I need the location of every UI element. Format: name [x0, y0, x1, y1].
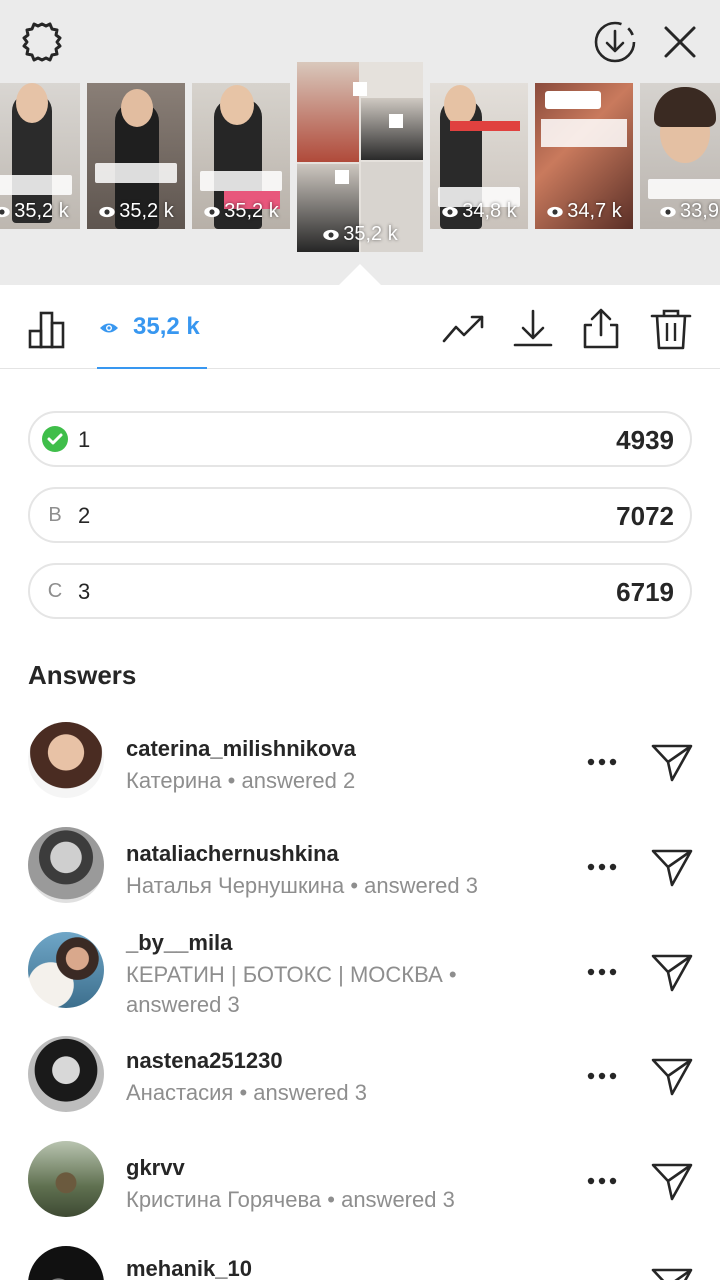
answer-username[interactable]: gkrvv [126, 1155, 185, 1181]
selection-caret [338, 264, 382, 286]
avatar[interactable] [28, 722, 104, 798]
answer-row[interactable]: mehanik_10 [0, 1236, 720, 1280]
story-views: 34,7 k [567, 200, 622, 222]
answer-row[interactable]: _by__mila КЕРАТИН | БОТОКС | МОСКВА • an… [0, 922, 720, 1022]
story-thumbnail[interactable]: 35,2 k [192, 83, 290, 229]
poll-option: C 3 6719 [28, 563, 692, 619]
avatar[interactable] [28, 827, 104, 903]
story-views: 33,9 [680, 200, 719, 222]
story-views: 35,2 k [224, 200, 279, 222]
poll-option-badge: B [48, 504, 62, 526]
viewers-tab[interactable]: 35,2 k [97, 285, 207, 369]
answer-row[interactable]: nastena251230 Анастасия • answered 3 [0, 1026, 720, 1126]
trash-icon[interactable] [649, 307, 693, 351]
story-views: 34,8 k [462, 200, 517, 222]
check-icon [42, 426, 68, 452]
story-thumbnail[interactable]: 35,2 k [0, 83, 80, 229]
answer-username[interactable]: _by__mila [126, 930, 232, 956]
close-icon[interactable] [658, 20, 702, 64]
more-icon[interactable] [586, 757, 618, 767]
poll-option-count: 4939 [616, 425, 674, 455]
story-thumbnails: 35,2 k 35,2 k 35,2 k 35,2 k 34,8 k 34,7 … [0, 62, 720, 252]
share-icon[interactable] [579, 307, 623, 351]
avatar[interactable] [28, 1036, 104, 1112]
answer-subtitle: КЕРАТИН | БОТОКС | МОСКВА • answered 3 [126, 962, 457, 1017]
send-icon[interactable] [650, 740, 694, 784]
answer-subtitle: Кристина Горячева • answered 3 [126, 1187, 455, 1212]
story-thumbnail-selected[interactable]: 35,2 k [297, 62, 423, 252]
story-thumbnail[interactable]: 34,8 k [430, 83, 528, 229]
answers-heading: Answers [28, 660, 137, 690]
story-views: 35,2 k [119, 200, 174, 222]
answer-subtitle: Катерина • answered 2 [126, 768, 356, 793]
send-icon[interactable] [650, 950, 694, 994]
send-icon[interactable] [650, 1054, 694, 1098]
answer-username[interactable]: nataliachernushkina [126, 841, 339, 867]
bar-chart-icon[interactable] [26, 307, 70, 351]
send-icon[interactable] [650, 1159, 694, 1203]
poll-option-label: 3 [78, 579, 91, 604]
answer-row[interactable]: gkrvv Кристина Горячева • answered 3 [0, 1131, 720, 1231]
more-icon[interactable] [586, 862, 618, 872]
answer-row[interactable]: nataliachernushkina Наталья Чернушкина •… [0, 817, 720, 917]
more-icon[interactable] [586, 1176, 618, 1186]
avatar[interactable] [28, 1246, 104, 1280]
poll-option: B 2 7072 [28, 487, 692, 543]
story-strip: 35,2 k 35,2 k 35,2 k 35,2 k 34,8 k 34,7 … [0, 0, 720, 286]
poll-option-count: 7072 [616, 501, 674, 531]
more-icon[interactable] [586, 1071, 618, 1081]
poll-option-count: 6719 [616, 577, 674, 607]
answer-username[interactable]: nastena251230 [126, 1048, 283, 1074]
poll-option: 1 4939 [28, 411, 692, 467]
poll-option-badge: C [47, 580, 63, 602]
gear-icon[interactable] [20, 20, 64, 64]
answer-username[interactable]: caterina_milishnikova [126, 736, 356, 762]
download-circle-icon[interactable] [593, 20, 637, 64]
answer-subtitle: Анастасия • answered 3 [126, 1080, 367, 1105]
avatar[interactable] [28, 1141, 104, 1217]
send-icon[interactable] [650, 1264, 694, 1280]
story-thumbnail[interactable]: 34,7 k [535, 83, 633, 229]
more-icon[interactable] [586, 967, 618, 977]
eye-icon [100, 323, 118, 333]
avatar[interactable] [28, 932, 104, 1008]
trending-up-icon[interactable] [442, 307, 486, 351]
story-views: 35,2 k [14, 200, 69, 222]
story-thumbnail[interactable]: 35,2 k [87, 83, 185, 229]
poll-option-label: 1 [78, 427, 91, 452]
story-thumbnail[interactable]: 33,9 [640, 83, 720, 229]
answer-subtitle: Наталья Чернушкина • answered 3 [126, 873, 478, 898]
poll-option-label: 2 [78, 503, 91, 528]
answer-username[interactable]: mehanik_10 [126, 1256, 252, 1280]
viewers-count: 35,2 k [133, 313, 200, 340]
answer-row[interactable]: caterina_milishnikova Катерина • answere… [0, 712, 720, 812]
send-icon[interactable] [650, 845, 694, 889]
story-views: 35,2 k [343, 223, 398, 245]
download-icon[interactable] [511, 307, 555, 351]
insights-toolbar: 35,2 k [0, 285, 720, 369]
